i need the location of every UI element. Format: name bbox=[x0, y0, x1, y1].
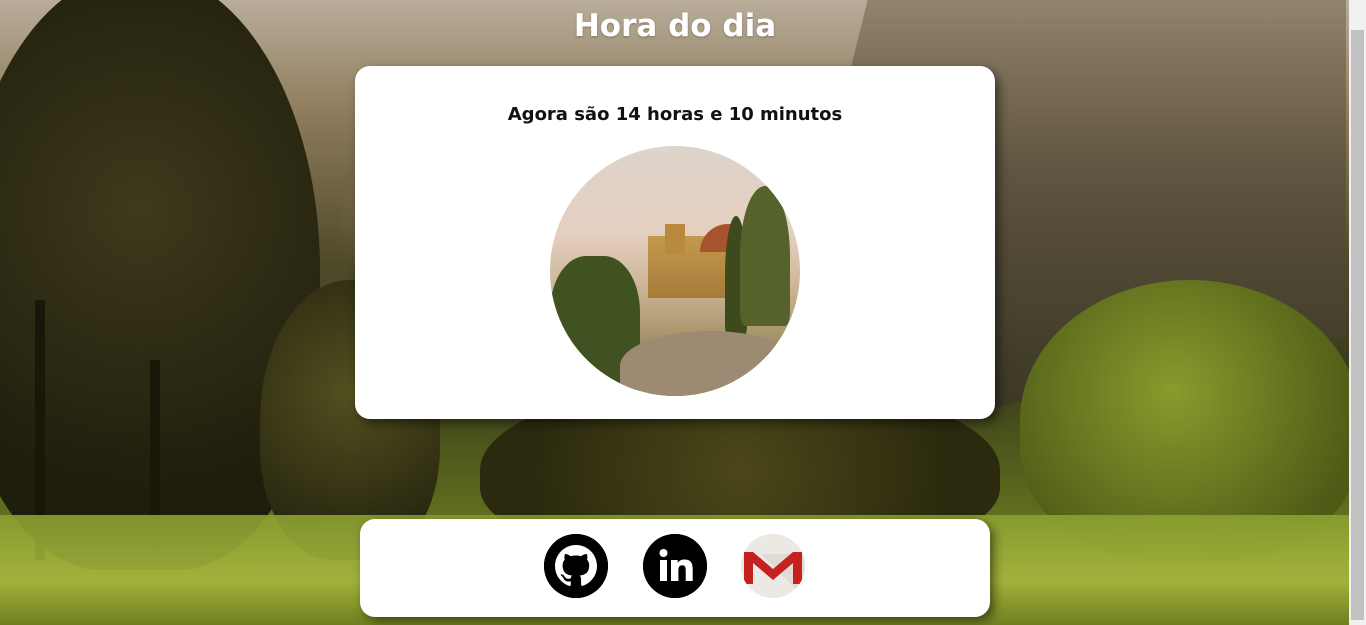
time-message: Agora são 14 horas e 10 minutos bbox=[507, 104, 843, 125]
github-link[interactable] bbox=[544, 534, 608, 598]
image-rocks bbox=[620, 331, 800, 396]
linkedin-link[interactable] bbox=[643, 534, 707, 598]
image-tree bbox=[740, 186, 790, 326]
linkedin-icon bbox=[643, 534, 707, 598]
github-icon bbox=[544, 534, 608, 598]
page-title: Hora do dia bbox=[573, 8, 777, 44]
day-period-image bbox=[550, 146, 800, 396]
time-card: Agora são 14 horas e 10 minutos bbox=[355, 66, 995, 419]
gmail-link[interactable] bbox=[741, 534, 805, 598]
page-scrollbar[interactable] bbox=[1349, 0, 1366, 625]
scrollbar-thumb[interactable] bbox=[1351, 30, 1364, 620]
social-links-card bbox=[360, 519, 990, 617]
gmail-icon bbox=[741, 534, 805, 598]
image-bell-tower bbox=[665, 224, 685, 254]
